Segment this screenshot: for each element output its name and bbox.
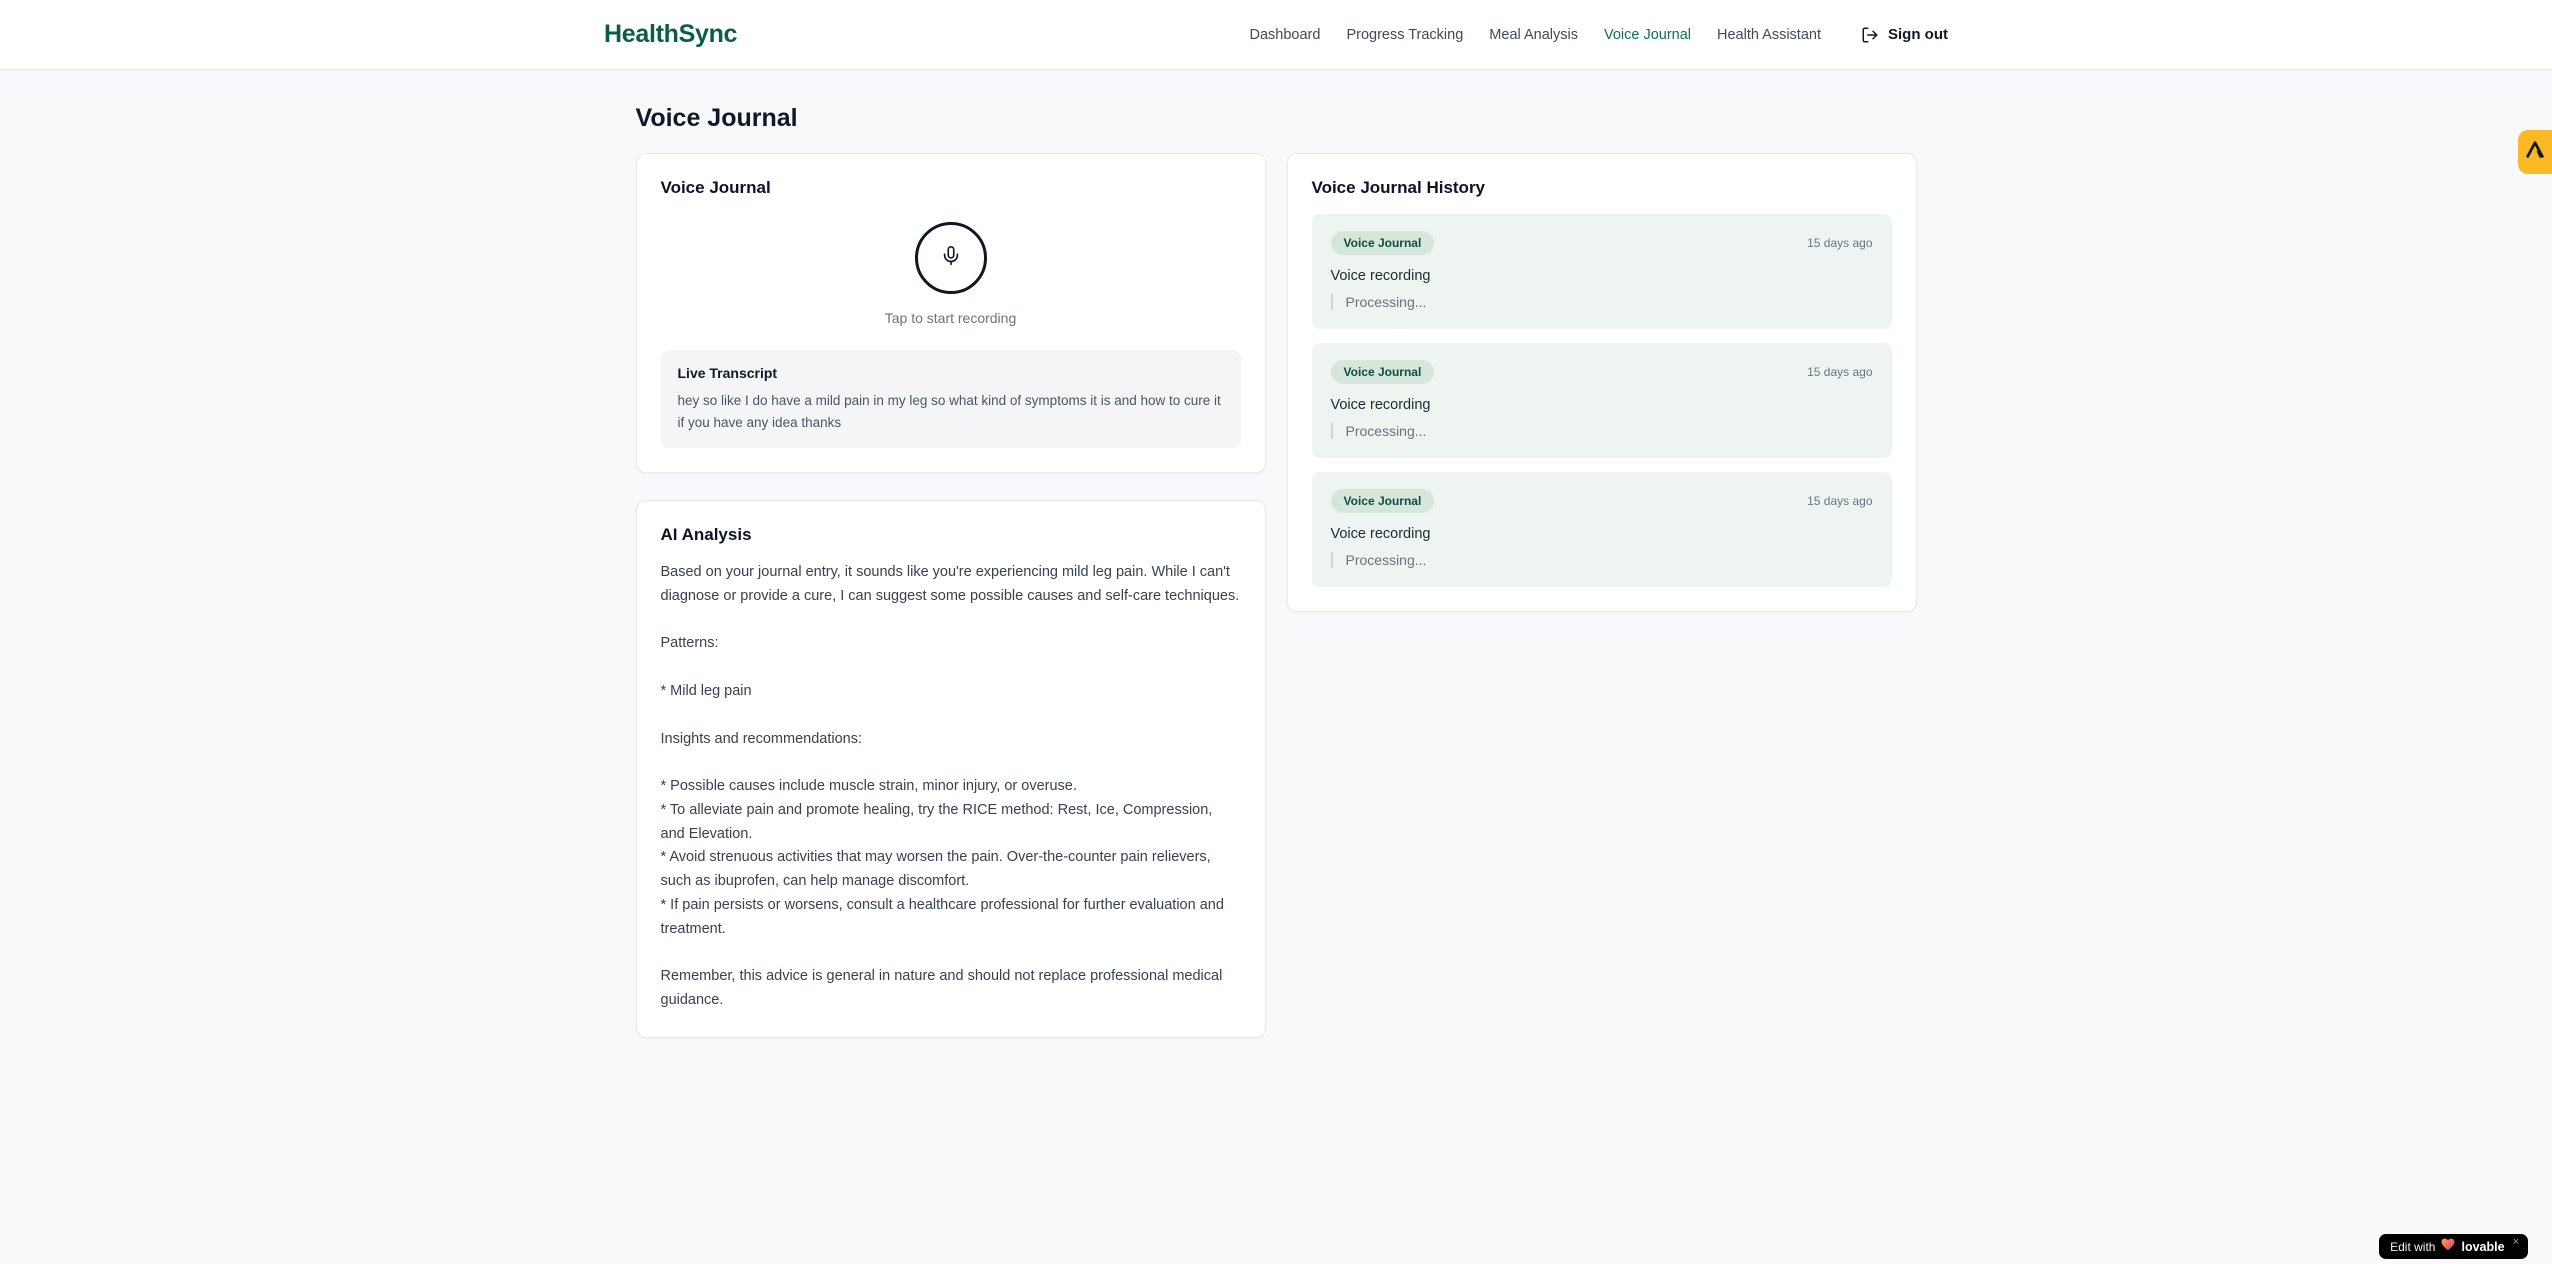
- entry-title: Voice recording: [1330, 268, 1431, 284]
- sign-out-label: Sign out: [1888, 26, 1948, 43]
- entry-status: Processing...: [1330, 552, 1873, 568]
- voice-journal-history-card: Voice Journal History Voice Journal 15 d…: [1286, 153, 1917, 612]
- history-entry[interactable]: Voice Journal 15 days ago Voice recordin…: [1311, 472, 1892, 587]
- nav-item-progress-tracking[interactable]: Progress Tracking: [1346, 27, 1463, 43]
- history-entry[interactable]: Voice Journal 15 days ago Voice recordin…: [1311, 343, 1892, 458]
- tap-to-record-hint: Tap to start recording: [884, 310, 1017, 326]
- record-button[interactable]: [914, 222, 987, 294]
- entry-type-badge: Voice Journal: [1330, 489, 1435, 513]
- microphone-icon: [940, 245, 962, 272]
- main-content: Voice Journal Voice Journal Tap to start…: [635, 70, 1917, 1038]
- entry-timestamp: 15 days ago: [1807, 236, 1873, 250]
- page-title: Voice Journal: [635, 104, 798, 132]
- ai-analysis-title: AI Analysis: [660, 525, 752, 545]
- close-icon[interactable]: ×: [2513, 1237, 2519, 1248]
- entry-title: Voice recording: [1330, 397, 1431, 413]
- lovable-side-tab[interactable]: [2518, 130, 2552, 174]
- entry-timestamp: 15 days ago: [1807, 494, 1873, 508]
- entry-type-badge: Voice Journal: [1330, 231, 1435, 255]
- app-logo[interactable]: HealthSync: [604, 20, 737, 49]
- nav-item-meal-analysis[interactable]: Meal Analysis: [1489, 27, 1578, 43]
- lovable-heart-icon: [2441, 1238, 2455, 1256]
- nav-item-health-assistant[interactable]: Health Assistant: [1717, 27, 1821, 43]
- nav-item-dashboard[interactable]: Dashboard: [1250, 27, 1321, 43]
- voice-journal-card: Voice Journal Tap to start recording Liv…: [635, 153, 1266, 474]
- sign-out-button[interactable]: Sign out: [1861, 26, 1948, 44]
- entry-title: Voice recording: [1330, 526, 1431, 542]
- history-card-title: Voice Journal History: [1311, 178, 1486, 197]
- recorder-card-title: Voice Journal: [660, 178, 771, 197]
- ai-analysis-body: Based on your journal entry, it sounds l…: [660, 564, 1240, 1008]
- main-nav: Dashboard Progress Tracking Meal Analysi…: [1250, 26, 1949, 44]
- entry-type-badge: Voice Journal: [1330, 360, 1435, 384]
- ai-analysis-card: AI Analysis Based on your journal entry,…: [635, 500, 1266, 1038]
- log-out-icon: [1861, 26, 1879, 44]
- edit-with-lovable-badge[interactable]: Edit with lovable ×: [2379, 1234, 2528, 1259]
- live-transcript-box: Live Transcript hey so like I do have a …: [660, 350, 1241, 449]
- live-transcript-text: hey so like I do have a mild pain in my …: [677, 393, 1221, 430]
- history-entry[interactable]: Voice Journal 15 days ago Voice recordin…: [1311, 214, 1892, 329]
- lovable-brand-label: lovable: [2461, 1239, 2505, 1254]
- entry-status: Processing...: [1330, 423, 1873, 439]
- top-navbar: HealthSync Dashboard Progress Tracking M…: [0, 0, 2552, 70]
- lovable-logo-icon: [2524, 139, 2546, 166]
- entry-status: Processing...: [1330, 294, 1873, 310]
- entry-timestamp: 15 days ago: [1807, 365, 1873, 379]
- live-transcript-title: Live Transcript: [677, 365, 778, 381]
- nav-item-voice-journal[interactable]: Voice Journal: [1604, 27, 1691, 43]
- edit-with-label: Edit with: [2390, 1239, 2436, 1254]
